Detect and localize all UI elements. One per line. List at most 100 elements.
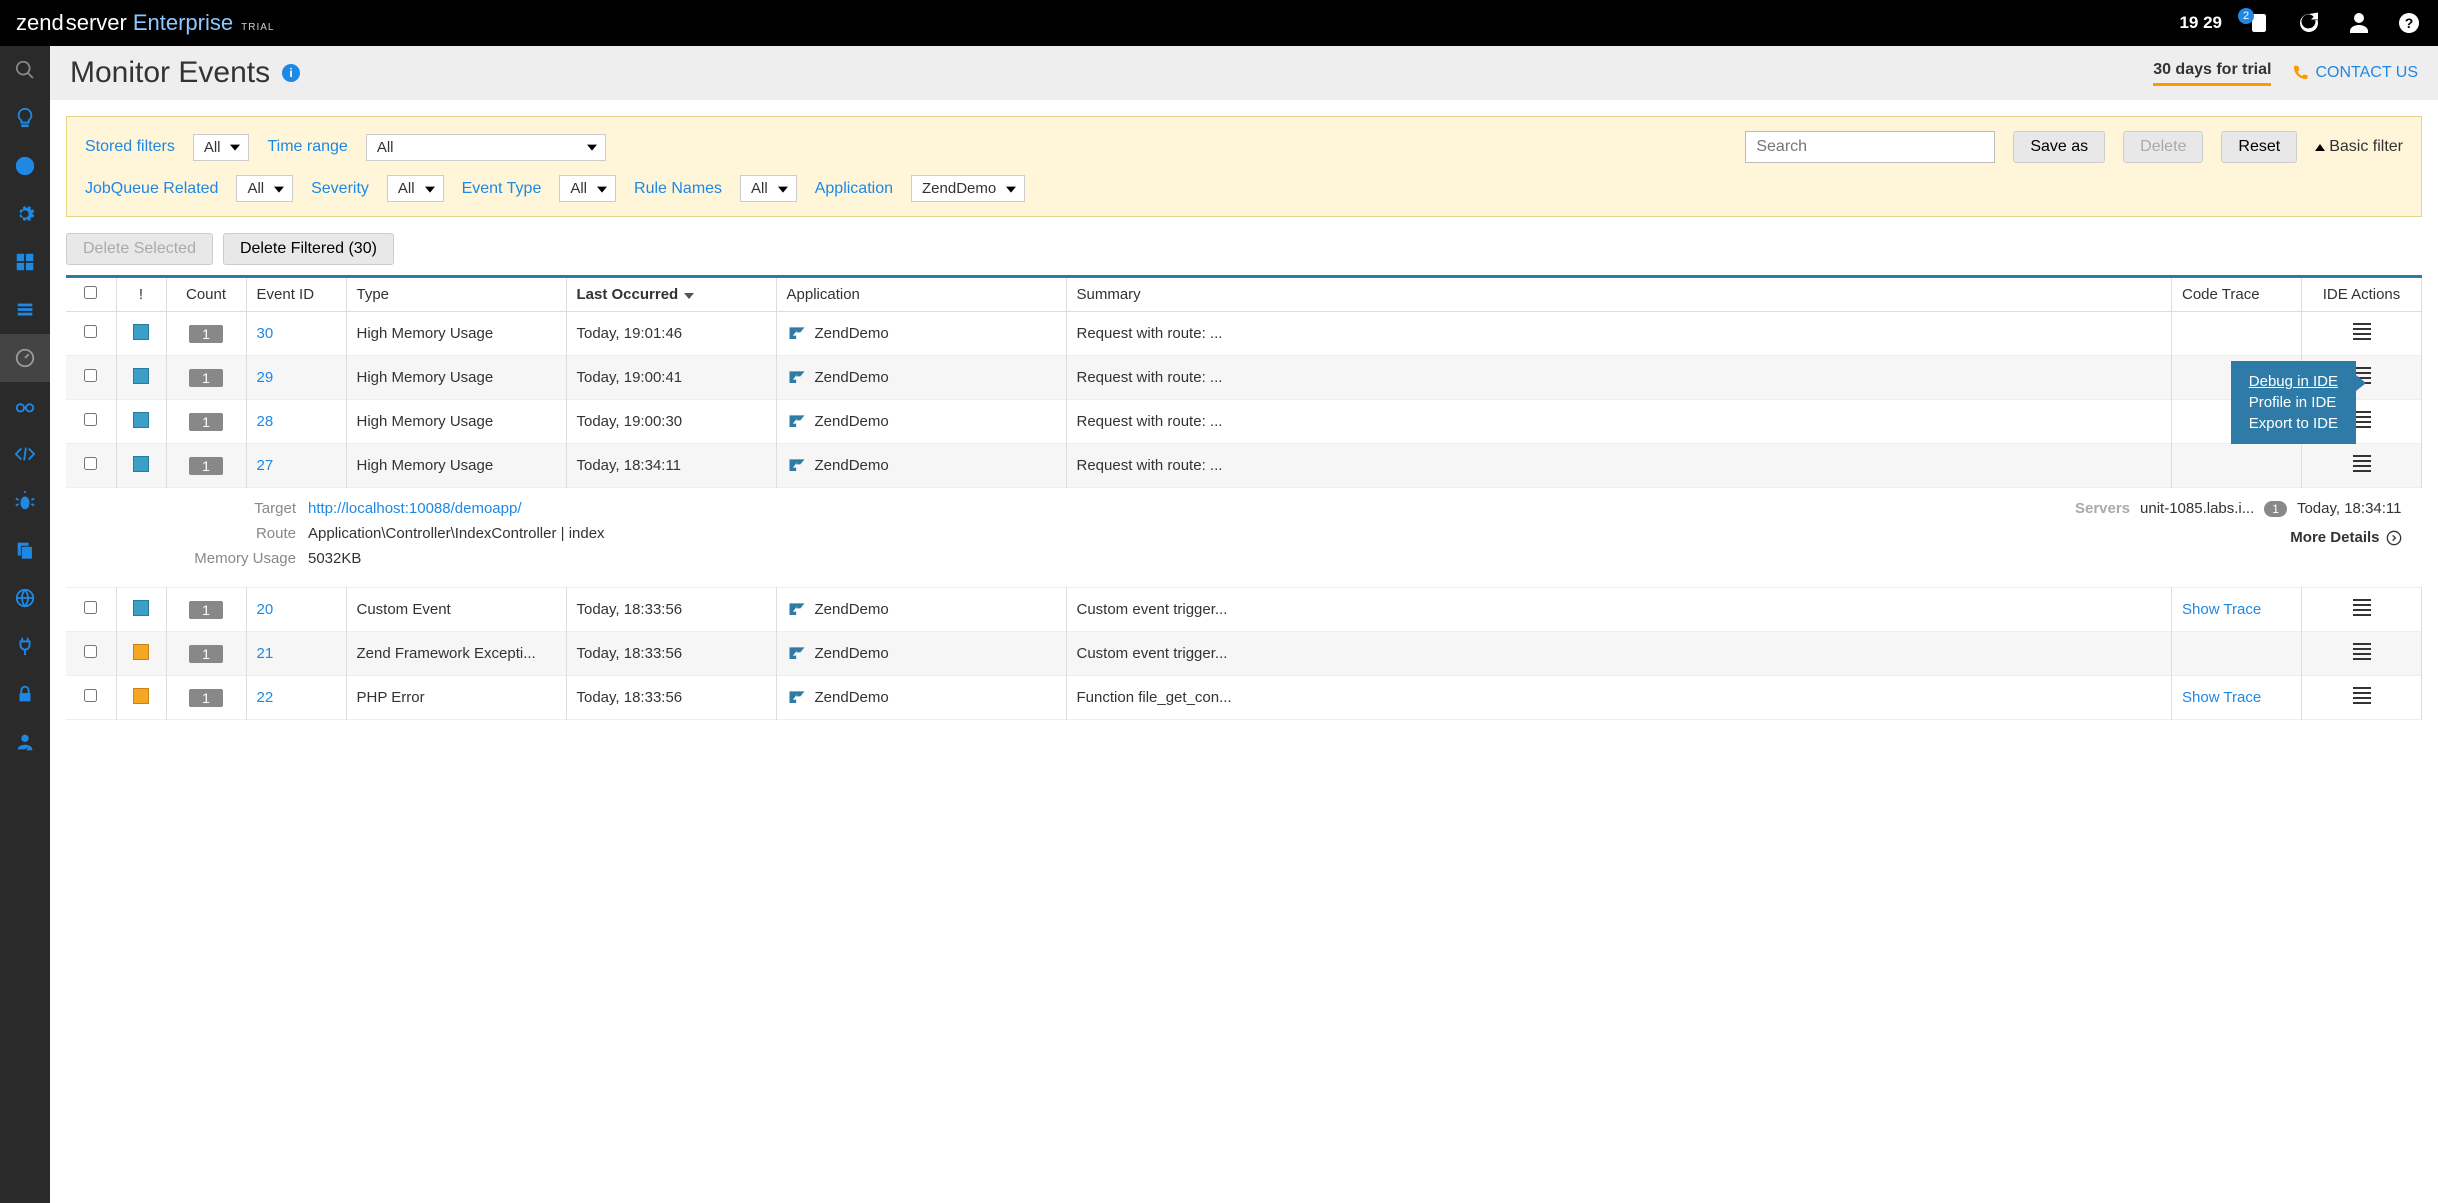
event-id-link[interactable]: 28 xyxy=(257,413,274,430)
row-checkbox[interactable] xyxy=(84,689,97,702)
summary: Request with route: ... xyxy=(1077,413,2162,430)
show-trace-link[interactable]: Show Trace xyxy=(2182,601,2261,618)
popup-profile[interactable]: Profile in IDE xyxy=(2249,392,2338,413)
table-row[interactable]: 120Custom EventToday, 18:33:56ZendDemoCu… xyxy=(66,588,2422,632)
table-row[interactable]: 122PHP ErrorToday, 18:33:56ZendDemoFunct… xyxy=(66,676,2422,720)
timerange-select[interactable]: All xyxy=(366,134,606,161)
sidebar-plug[interactable] xyxy=(0,622,50,670)
logo-trial: TRIAL xyxy=(241,22,274,33)
sidebar-globe[interactable] xyxy=(0,574,50,622)
table-row[interactable]: 127High Memory UsageToday, 18:34:11ZendD… xyxy=(66,444,2422,488)
last-occurred: Today, 19:00:30 xyxy=(566,400,776,444)
show-trace-link[interactable]: Show Trace xyxy=(2182,689,2261,706)
col-severity[interactable]: ! xyxy=(116,278,166,312)
help-icon[interactable]: ? xyxy=(2396,10,2422,36)
app-cell: ZendDemo xyxy=(787,412,1056,432)
table-row[interactable]: 130High Memory UsageToday, 19:01:46ZendD… xyxy=(66,312,2422,356)
reset-button[interactable]: Reset xyxy=(2221,131,2297,163)
user-icon[interactable] xyxy=(2346,10,2372,36)
application-select[interactable]: ZendDemo xyxy=(911,175,1025,202)
sidebar-search[interactable] xyxy=(0,46,50,94)
table-row[interactable]: 128High Memory UsageToday, 19:00:30ZendD… xyxy=(66,400,2422,444)
logo-zend: zend xyxy=(16,10,64,36)
severity-select[interactable]: All xyxy=(387,175,444,202)
event-type: PHP Error xyxy=(357,689,556,706)
zend-app-icon xyxy=(787,412,807,432)
delete-filtered-button[interactable]: Delete Filtered (30) xyxy=(223,233,394,265)
col-count[interactable]: Count xyxy=(166,278,246,312)
row-checkbox[interactable] xyxy=(84,325,97,338)
stored-filters-select[interactable]: All xyxy=(193,134,250,161)
row-checkbox[interactable] xyxy=(84,645,97,658)
select-all-checkbox[interactable] xyxy=(84,286,97,299)
sidebar-chart[interactable] xyxy=(0,142,50,190)
saveas-button[interactable]: Save as xyxy=(2013,131,2105,163)
notifications-icon[interactable]: 2 xyxy=(2246,10,2272,36)
col-trace[interactable]: Code Trace xyxy=(2172,278,2302,312)
event-id-link[interactable]: 21 xyxy=(257,645,274,662)
eventtype-select[interactable]: All xyxy=(559,175,616,202)
memory-label: Memory Usage xyxy=(166,550,296,567)
basic-filter-toggle[interactable]: Basic filter xyxy=(2315,138,2403,156)
sidebar-bug[interactable] xyxy=(0,478,50,526)
col-type[interactable]: Type xyxy=(346,278,566,312)
row-checkbox[interactable] xyxy=(84,413,97,426)
sidebar-stack[interactable] xyxy=(0,286,50,334)
row-checkbox[interactable] xyxy=(84,369,97,382)
contact-link[interactable]: CONTACT US xyxy=(2291,64,2418,82)
jobqueue-select[interactable]: All xyxy=(236,175,293,202)
ide-actions-menu-icon[interactable] xyxy=(2353,452,2371,475)
event-id-link[interactable]: 29 xyxy=(257,369,274,386)
sidebar-docs[interactable] xyxy=(0,526,50,574)
col-ide[interactable]: IDE Actions xyxy=(2302,278,2422,312)
sidebar-gauge[interactable] xyxy=(0,334,50,382)
refresh-icon[interactable] xyxy=(2296,10,2322,36)
rulenames-label: Rule Names xyxy=(634,180,722,198)
sidebar-gears[interactable] xyxy=(0,190,50,238)
last-occurred: Today, 18:33:56 xyxy=(566,588,776,632)
event-id-link[interactable]: 27 xyxy=(257,457,274,474)
severity-indicator xyxy=(133,324,149,340)
severity-indicator xyxy=(133,456,149,472)
zend-app-icon xyxy=(787,456,807,476)
more-details-link[interactable]: More Details xyxy=(2290,529,2401,546)
sidebar-lightbulb[interactable] xyxy=(0,94,50,142)
table-row[interactable]: 121Zend Framework Excepti...Today, 18:33… xyxy=(66,632,2422,676)
delete-filter-button[interactable]: Delete xyxy=(2123,131,2203,163)
app-cell: ZendDemo xyxy=(787,324,1056,344)
sidebar-grid[interactable] xyxy=(0,238,50,286)
actions-row: Delete Selected Delete Filtered (30) xyxy=(50,233,2438,275)
col-app[interactable]: Application xyxy=(776,278,1066,312)
table-row[interactable]: 129High Memory UsageToday, 19:00:41ZendD… xyxy=(66,356,2422,400)
zend-app-icon xyxy=(787,688,807,708)
event-id-link[interactable]: 20 xyxy=(257,601,274,618)
info-icon[interactable]: i xyxy=(282,64,300,82)
trial-text: 30 days for trial xyxy=(2153,61,2271,86)
ide-actions-menu-icon[interactable] xyxy=(2353,596,2371,619)
col-eventid[interactable]: Event ID xyxy=(246,278,346,312)
sidebar-admin[interactable] xyxy=(0,718,50,766)
sidebar-code[interactable] xyxy=(0,430,50,478)
rulenames-select[interactable]: All xyxy=(740,175,797,202)
target-link[interactable]: http://localhost:10088/demoapp/ xyxy=(308,500,522,517)
ide-actions-menu-icon[interactable] xyxy=(2353,320,2371,343)
sidebar-lock[interactable] xyxy=(0,670,50,718)
notification-badge: 2 xyxy=(2238,8,2254,24)
event-type: High Memory Usage xyxy=(357,413,556,430)
popup-export[interactable]: Export to IDE xyxy=(2249,413,2338,434)
search-input[interactable] xyxy=(1745,131,1995,163)
delete-selected-button[interactable]: Delete Selected xyxy=(66,233,213,265)
col-last[interactable]: Last Occurred xyxy=(566,278,776,312)
ide-actions-menu-icon[interactable] xyxy=(2353,640,2371,663)
severity-indicator xyxy=(133,688,149,704)
logo-enterprise: Enterprise xyxy=(133,10,233,36)
ide-actions-menu-icon[interactable] xyxy=(2353,684,2371,707)
sidebar-glasses[interactable] xyxy=(0,382,50,430)
popup-debug[interactable]: Debug in IDE xyxy=(2249,371,2338,392)
col-summary[interactable]: Summary xyxy=(1066,278,2172,312)
event-id-link[interactable]: 30 xyxy=(257,325,274,342)
event-id-link[interactable]: 22 xyxy=(257,689,274,706)
row-checkbox[interactable] xyxy=(84,457,97,470)
app-cell: ZendDemo xyxy=(787,368,1056,388)
row-checkbox[interactable] xyxy=(84,601,97,614)
